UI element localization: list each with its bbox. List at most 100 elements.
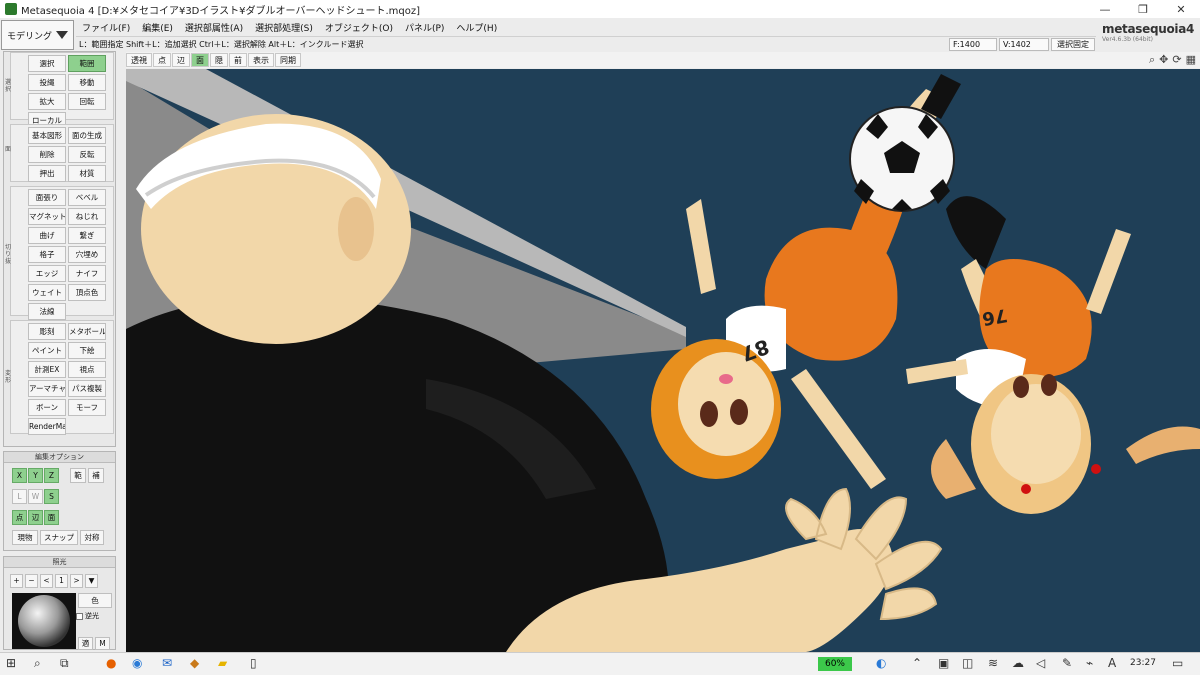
edit-option-row2-1[interactable]: W — [28, 489, 43, 504]
light-control-1[interactable]: − — [25, 574, 38, 588]
tray-app-icon[interactable]: ◐ — [876, 656, 886, 670]
command-button-2-1[interactable]: ベベル — [68, 189, 106, 206]
command-button-3-3[interactable]: 下絵 — [68, 342, 106, 359]
chevron-up-icon[interactable]: ⌃ — [912, 656, 922, 670]
rotate-icon[interactable]: ⟳ — [1172, 53, 1181, 67]
screen-icon[interactable]: ◫ — [962, 656, 973, 670]
command-button-2-0[interactable]: 面張り — [28, 189, 66, 206]
windows-start-icon[interactable]: ⊞ — [6, 656, 16, 670]
view-toggle-3[interactable]: 面 — [191, 53, 209, 67]
command-button-3-5[interactable]: 視点 — [68, 361, 106, 378]
light-color-button[interactable]: 色 — [78, 593, 112, 608]
command-button-0-3[interactable]: 移動 — [68, 74, 106, 91]
device-icon[interactable]: ▣ — [938, 656, 949, 670]
edit-option-row3-0[interactable]: 点 — [12, 510, 27, 525]
command-button-1-2[interactable]: 削除 — [28, 146, 66, 163]
command-button-0-0[interactable]: 選択 — [28, 55, 66, 72]
grid-icon[interactable]: ▦ — [1186, 53, 1196, 67]
command-button-3-8[interactable]: ボーン — [28, 399, 66, 416]
view-toggle-6[interactable]: 表示 — [248, 53, 274, 67]
command-button-3-4[interactable]: 計測EX — [28, 361, 66, 378]
command-button-3-0[interactable]: 彫刻 — [28, 323, 66, 340]
edit-option-row1-2[interactable]: Z — [44, 468, 59, 483]
light-control-0[interactable]: + — [10, 574, 23, 588]
folder-icon[interactable]: ▰ — [218, 656, 227, 670]
command-button-2-9[interactable]: ナイフ — [68, 265, 106, 282]
light-control-5[interactable]: ▼ — [85, 574, 98, 588]
mail-icon[interactable]: ✉ — [162, 656, 172, 670]
command-button-3-7[interactable]: パス複製 — [68, 380, 106, 397]
view-toggle-2[interactable]: 辺 — [172, 53, 190, 67]
maximize-button[interactable]: ❐ — [1124, 0, 1162, 18]
command-button-3-2[interactable]: ペイント — [28, 342, 66, 359]
menu-file[interactable]: ファイル(F) — [76, 21, 136, 34]
task-view-icon[interactable]: ⧉ — [60, 656, 69, 671]
view-toggle-1[interactable]: 点 — [153, 53, 171, 67]
edit-option-row1-4[interactable]: 補 — [88, 468, 104, 483]
light-control-4[interactable]: > — [70, 574, 83, 588]
view-toggle-5[interactable]: 前 — [229, 53, 247, 67]
selection-lock-button[interactable]: 選択固定 — [1051, 38, 1095, 51]
light-control-3[interactable]: 1 — [55, 574, 68, 588]
light-control-2[interactable]: < — [40, 574, 53, 588]
edit-option-row3-1[interactable]: 辺 — [28, 510, 43, 525]
firefox-icon[interactable]: ● — [106, 656, 116, 670]
mode-dropdown[interactable]: モデリング — [1, 20, 74, 50]
command-button-0-2[interactable]: 投縄 — [28, 74, 66, 91]
command-button-2-6[interactable]: 格子 — [28, 246, 66, 263]
command-button-2-12[interactable]: 法線 — [28, 303, 66, 320]
notification-icon[interactable]: ▭ — [1172, 656, 1183, 670]
command-button-3-9[interactable]: モーフ — [68, 399, 106, 416]
command-button-2-10[interactable]: ウェイト — [28, 284, 66, 301]
command-button-1-4[interactable]: 押出 — [28, 165, 66, 182]
command-button-1-3[interactable]: 反転 — [68, 146, 106, 163]
command-button-3-1[interactable]: メタボール — [68, 323, 106, 340]
3d-viewport[interactable]: 87 76 — [126, 69, 1200, 652]
close-button[interactable]: ✕ — [1162, 0, 1200, 18]
volume-icon[interactable]: ◁ — [1036, 656, 1045, 670]
edit-option-row2-0[interactable]: L — [12, 489, 27, 504]
command-button-0-4[interactable]: 拡大 — [28, 93, 66, 110]
light-sphere-preview[interactable] — [12, 593, 76, 649]
checkbox[interactable] — [76, 612, 83, 620]
pen-icon[interactable]: ✎ — [1062, 656, 1072, 670]
network-icon[interactable]: ⌁ — [1086, 656, 1093, 670]
command-button-2-4[interactable]: 曲げ — [28, 227, 66, 244]
command-button-1-1[interactable]: 面の生成 — [68, 127, 106, 144]
command-button-2-11[interactable]: 頂点色 — [68, 284, 106, 301]
edit-option-row2-2[interactable]: S — [44, 489, 59, 504]
minimize-button[interactable]: — — [1086, 0, 1124, 18]
command-button-0-1[interactable]: 範囲 — [68, 55, 106, 72]
command-button-1-5[interactable]: 材質 — [68, 165, 106, 182]
menu-selection-attr[interactable]: 選択部属性(A) — [179, 21, 249, 34]
menu-panel[interactable]: パネル(P) — [399, 21, 450, 34]
command-button-2-7[interactable]: 穴埋め — [68, 246, 106, 263]
command-button-3-6[interactable]: アーマチャー — [28, 380, 66, 397]
command-button-2-8[interactable]: エッジ — [28, 265, 66, 282]
command-button-2-3[interactable]: ねじれ — [68, 208, 106, 225]
move-icon[interactable]: ✥ — [1159, 53, 1168, 67]
m-button[interactable]: M — [95, 637, 110, 650]
edit-option-row3-2[interactable]: 面 — [44, 510, 59, 525]
menu-edit[interactable]: 編集(E) — [136, 21, 179, 34]
command-button-0-5[interactable]: 回転 — [68, 93, 106, 110]
document-icon[interactable]: ▯ — [250, 656, 257, 670]
menu-selection-process[interactable]: 選択部処理(S) — [249, 21, 319, 34]
command-button-1-0[interactable]: 基本図形 — [28, 127, 66, 144]
magnifier-icon[interactable]: ⌕ — [1149, 53, 1155, 67]
view-toggle-4[interactable]: 隠 — [210, 53, 228, 67]
view-toggle-0[interactable]: 透視 — [126, 53, 152, 67]
edit-option-row4-0[interactable]: 現物 — [12, 530, 38, 545]
view-toggle-7[interactable]: 同期 — [275, 53, 301, 67]
menu-help[interactable]: ヘルプ(H) — [450, 21, 503, 34]
apply-button[interactable]: 適 — [78, 637, 93, 650]
command-button-3-10[interactable]: RenderMan — [28, 418, 66, 435]
wifi-icon[interactable]: ≋ — [988, 656, 998, 670]
edit-option-row1-0[interactable]: X — [12, 468, 27, 483]
menu-object[interactable]: オブジェクト(O) — [319, 21, 399, 34]
browser-icon[interactable]: ◉ — [132, 656, 142, 670]
cloud-icon[interactable]: ☁ — [1012, 656, 1024, 670]
command-button-2-5[interactable]: 繋ぎ — [68, 227, 106, 244]
search-icon[interactable]: ⌕ — [34, 656, 41, 671]
edit-option-row1-3[interactable]: 範 — [70, 468, 86, 483]
